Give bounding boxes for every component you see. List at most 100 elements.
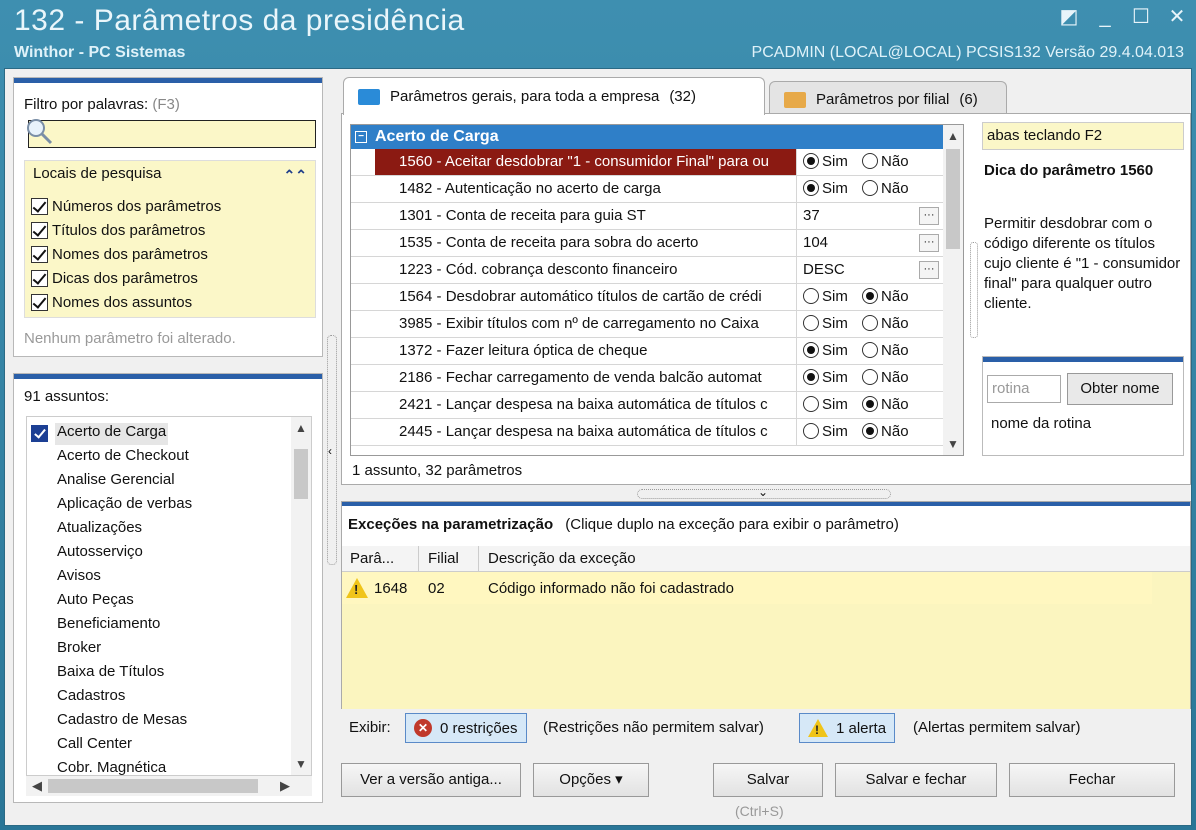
obter-nome-button[interactable]: Obter nome (1067, 373, 1173, 405)
minimize-icon[interactable]: _ (1094, 6, 1116, 28)
radio-nao[interactable] (862, 342, 879, 358)
checked-icon[interactable] (31, 425, 48, 442)
parameter-value[interactable]: Sim Não (799, 284, 945, 310)
chevron-left-icon[interactable]: ‹ (328, 444, 332, 458)
parameter-row[interactable]: 1223 - Cód. cobrança desconto financeiro… (351, 257, 945, 284)
parameter-row[interactable]: 2186 - Fechar carregamento de venda balc… (351, 365, 945, 392)
list-item[interactable]: Broker (57, 639, 101, 661)
parameter-name[interactable]: 1301 - Conta de receita para guia ST (375, 203, 797, 229)
parameter-name[interactable]: 2421 - Lançar despesa na baixa automátic… (375, 392, 797, 418)
parameter-name[interactable]: 2186 - Fechar carregamento de venda balc… (375, 365, 797, 391)
parameter-row[interactable]: 2445 - Lançar despesa na baixa automátic… (351, 419, 945, 446)
radio-nao[interactable] (862, 153, 879, 169)
list-item[interactable]: Cobr. Magnética (57, 759, 166, 775)
parameter-name[interactable]: 1482 - Autenticação no acerto de carga (375, 176, 797, 202)
radio-sim[interactable] (803, 153, 819, 169)
ellipsis-button[interactable]: ··· (919, 261, 939, 279)
vertical-splitter[interactable]: ‹ (327, 335, 337, 565)
subjects-list[interactable]: Acerto de Carga Acerto de Checkout Anali… (26, 416, 312, 776)
ellipsis-button[interactable]: ··· (919, 207, 939, 225)
collapse-icon[interactable]: ⌃⌃ (284, 167, 307, 184)
list-item[interactable]: Baixa de Títulos (57, 663, 164, 685)
scroll-left-icon[interactable]: ◀ (32, 778, 42, 794)
parameter-value[interactable]: Sim Não (799, 149, 945, 175)
scroll-down-icon[interactable]: ▼ (291, 757, 311, 771)
scroll-thumb[interactable] (294, 449, 308, 499)
scroll-right-icon[interactable]: ▶ (280, 778, 290, 794)
checkbox-icon[interactable] (31, 245, 48, 263)
option-numeros[interactable]: Números dos parâmetros (31, 195, 221, 217)
radio-sim[interactable] (803, 396, 819, 412)
parameter-name[interactable]: 1564 - Desdobrar automático títulos de c… (375, 284, 797, 310)
parameter-value[interactable]: Sim Não (799, 338, 945, 364)
close-icon[interactable]: ✕ (1166, 6, 1188, 28)
checkbox-icon[interactable] (31, 221, 48, 239)
checkbox-icon[interactable] (31, 293, 48, 311)
tab-branch-parameters[interactable]: Parâmetros por filial (6) (769, 81, 1007, 117)
parameter-row[interactable]: 1372 - Fazer leitura óptica de cheque Si… (351, 338, 945, 365)
grid-scrollbar[interactable]: ▲ ▼ (943, 125, 963, 455)
tab-general-parameters[interactable]: Parâmetros gerais, para toda a empresa (… (343, 77, 765, 115)
save-close-button[interactable]: Salvar e fechar (835, 763, 997, 797)
parameter-value[interactable]: Sim Não (799, 176, 945, 202)
radio-sim[interactable] (803, 369, 819, 385)
radio-nao[interactable] (862, 423, 879, 439)
parameter-value[interactable]: 37 ··· (799, 203, 945, 229)
list-item[interactable]: Cadastros (57, 687, 125, 709)
column-header-filial[interactable]: Filial (428, 550, 459, 567)
list-item[interactable]: Autosserviço (57, 543, 143, 565)
save-button[interactable]: Salvar (713, 763, 823, 797)
parameter-name[interactable]: 2445 - Lançar despesa na baixa automátic… (375, 419, 797, 445)
parameter-value[interactable]: DESC ··· (799, 257, 945, 283)
column-header-descricao[interactable]: Descrição da exceção (488, 550, 636, 567)
list-item[interactable]: Avisos (57, 567, 101, 589)
table-row[interactable]: 1648 02 Código informado não foi cadastr… (342, 572, 1152, 604)
maximize-icon[interactable]: ☐ (1130, 6, 1152, 28)
exceptions-grid[interactable]: Parâ... Filial Descrição da exceção 1648… (342, 546, 1190, 732)
list-item[interactable]: Beneficiamento (57, 615, 160, 637)
radio-sim[interactable] (803, 288, 819, 304)
close-button[interactable]: Fechar (1009, 763, 1175, 797)
parameter-name[interactable]: 1223 - Cód. cobrança desconto financeiro (375, 257, 797, 283)
collapse-group-icon[interactable]: − (355, 131, 367, 143)
group-header[interactable]: − Acerto de Carga (351, 125, 945, 149)
parameter-name[interactable]: 1372 - Fazer leitura óptica de cheque (375, 338, 797, 364)
column-header-param[interactable]: Parâ... (350, 550, 394, 567)
scroll-thumb[interactable] (48, 779, 258, 793)
ellipsis-button[interactable]: ··· (919, 234, 939, 252)
list-item[interactable]: Auto Peças (57, 591, 134, 613)
scroll-thumb[interactable] (946, 149, 960, 249)
scroll-down-icon[interactable]: ▼ (943, 437, 963, 451)
parameter-name[interactable]: 3985 - Exibir títulos com nº de carregam… (375, 311, 797, 337)
scroll-up-icon[interactable]: ▲ (291, 421, 311, 435)
parameter-value[interactable]: Sim Não (799, 419, 945, 445)
parameter-row[interactable]: 1564 - Desdobrar automático títulos de c… (351, 284, 945, 311)
parameter-value[interactable]: Sim Não (799, 311, 945, 337)
scroll-up-icon[interactable]: ▲ (943, 129, 963, 143)
list-item[interactable]: Acerto de Checkout (57, 447, 189, 469)
filter-input[interactable] (28, 120, 316, 148)
radio-nao[interactable] (862, 396, 879, 412)
radio-nao[interactable] (862, 315, 879, 331)
parameter-row[interactable]: 1535 - Conta de receita para sobra do ac… (351, 230, 945, 257)
restore-icon[interactable]: ◩ (1058, 6, 1080, 28)
option-assuntos[interactable]: Nomes dos assuntos (31, 291, 192, 313)
radio-sim[interactable] (803, 342, 819, 358)
checkbox-icon[interactable] (31, 269, 48, 287)
parameter-value[interactable]: 104 ··· (799, 230, 945, 256)
list-item[interactable]: Call Center (57, 735, 132, 757)
parameter-row[interactable]: 1560 - Aceitar desdobrar "1 - consumidor… (351, 149, 945, 176)
radio-nao[interactable] (862, 180, 879, 196)
radio-nao[interactable] (862, 288, 879, 304)
tip-splitter[interactable] (970, 242, 978, 338)
parameter-row[interactable]: 3985 - Exibir títulos com nº de carregam… (351, 311, 945, 338)
vertical-scrollbar[interactable]: ▲ ▼ (291, 417, 311, 775)
option-titulos[interactable]: Títulos dos parâmetros (31, 219, 205, 241)
parameter-row[interactable]: 1482 - Autenticação no acerto de carga S… (351, 176, 945, 203)
parameter-value[interactable]: Sim Não (799, 365, 945, 391)
parameters-grid[interactable]: − Acerto de Carga 1560 - Aceitar desdobr… (350, 124, 964, 456)
parameter-row[interactable]: 1301 - Conta de receita para guia ST 37 … (351, 203, 945, 230)
list-item[interactable]: Aplicação de verbas (57, 495, 192, 517)
rotina-input[interactable]: rotina (987, 375, 1061, 403)
parameter-name[interactable]: 1535 - Conta de receita para sobra do ac… (375, 230, 797, 256)
